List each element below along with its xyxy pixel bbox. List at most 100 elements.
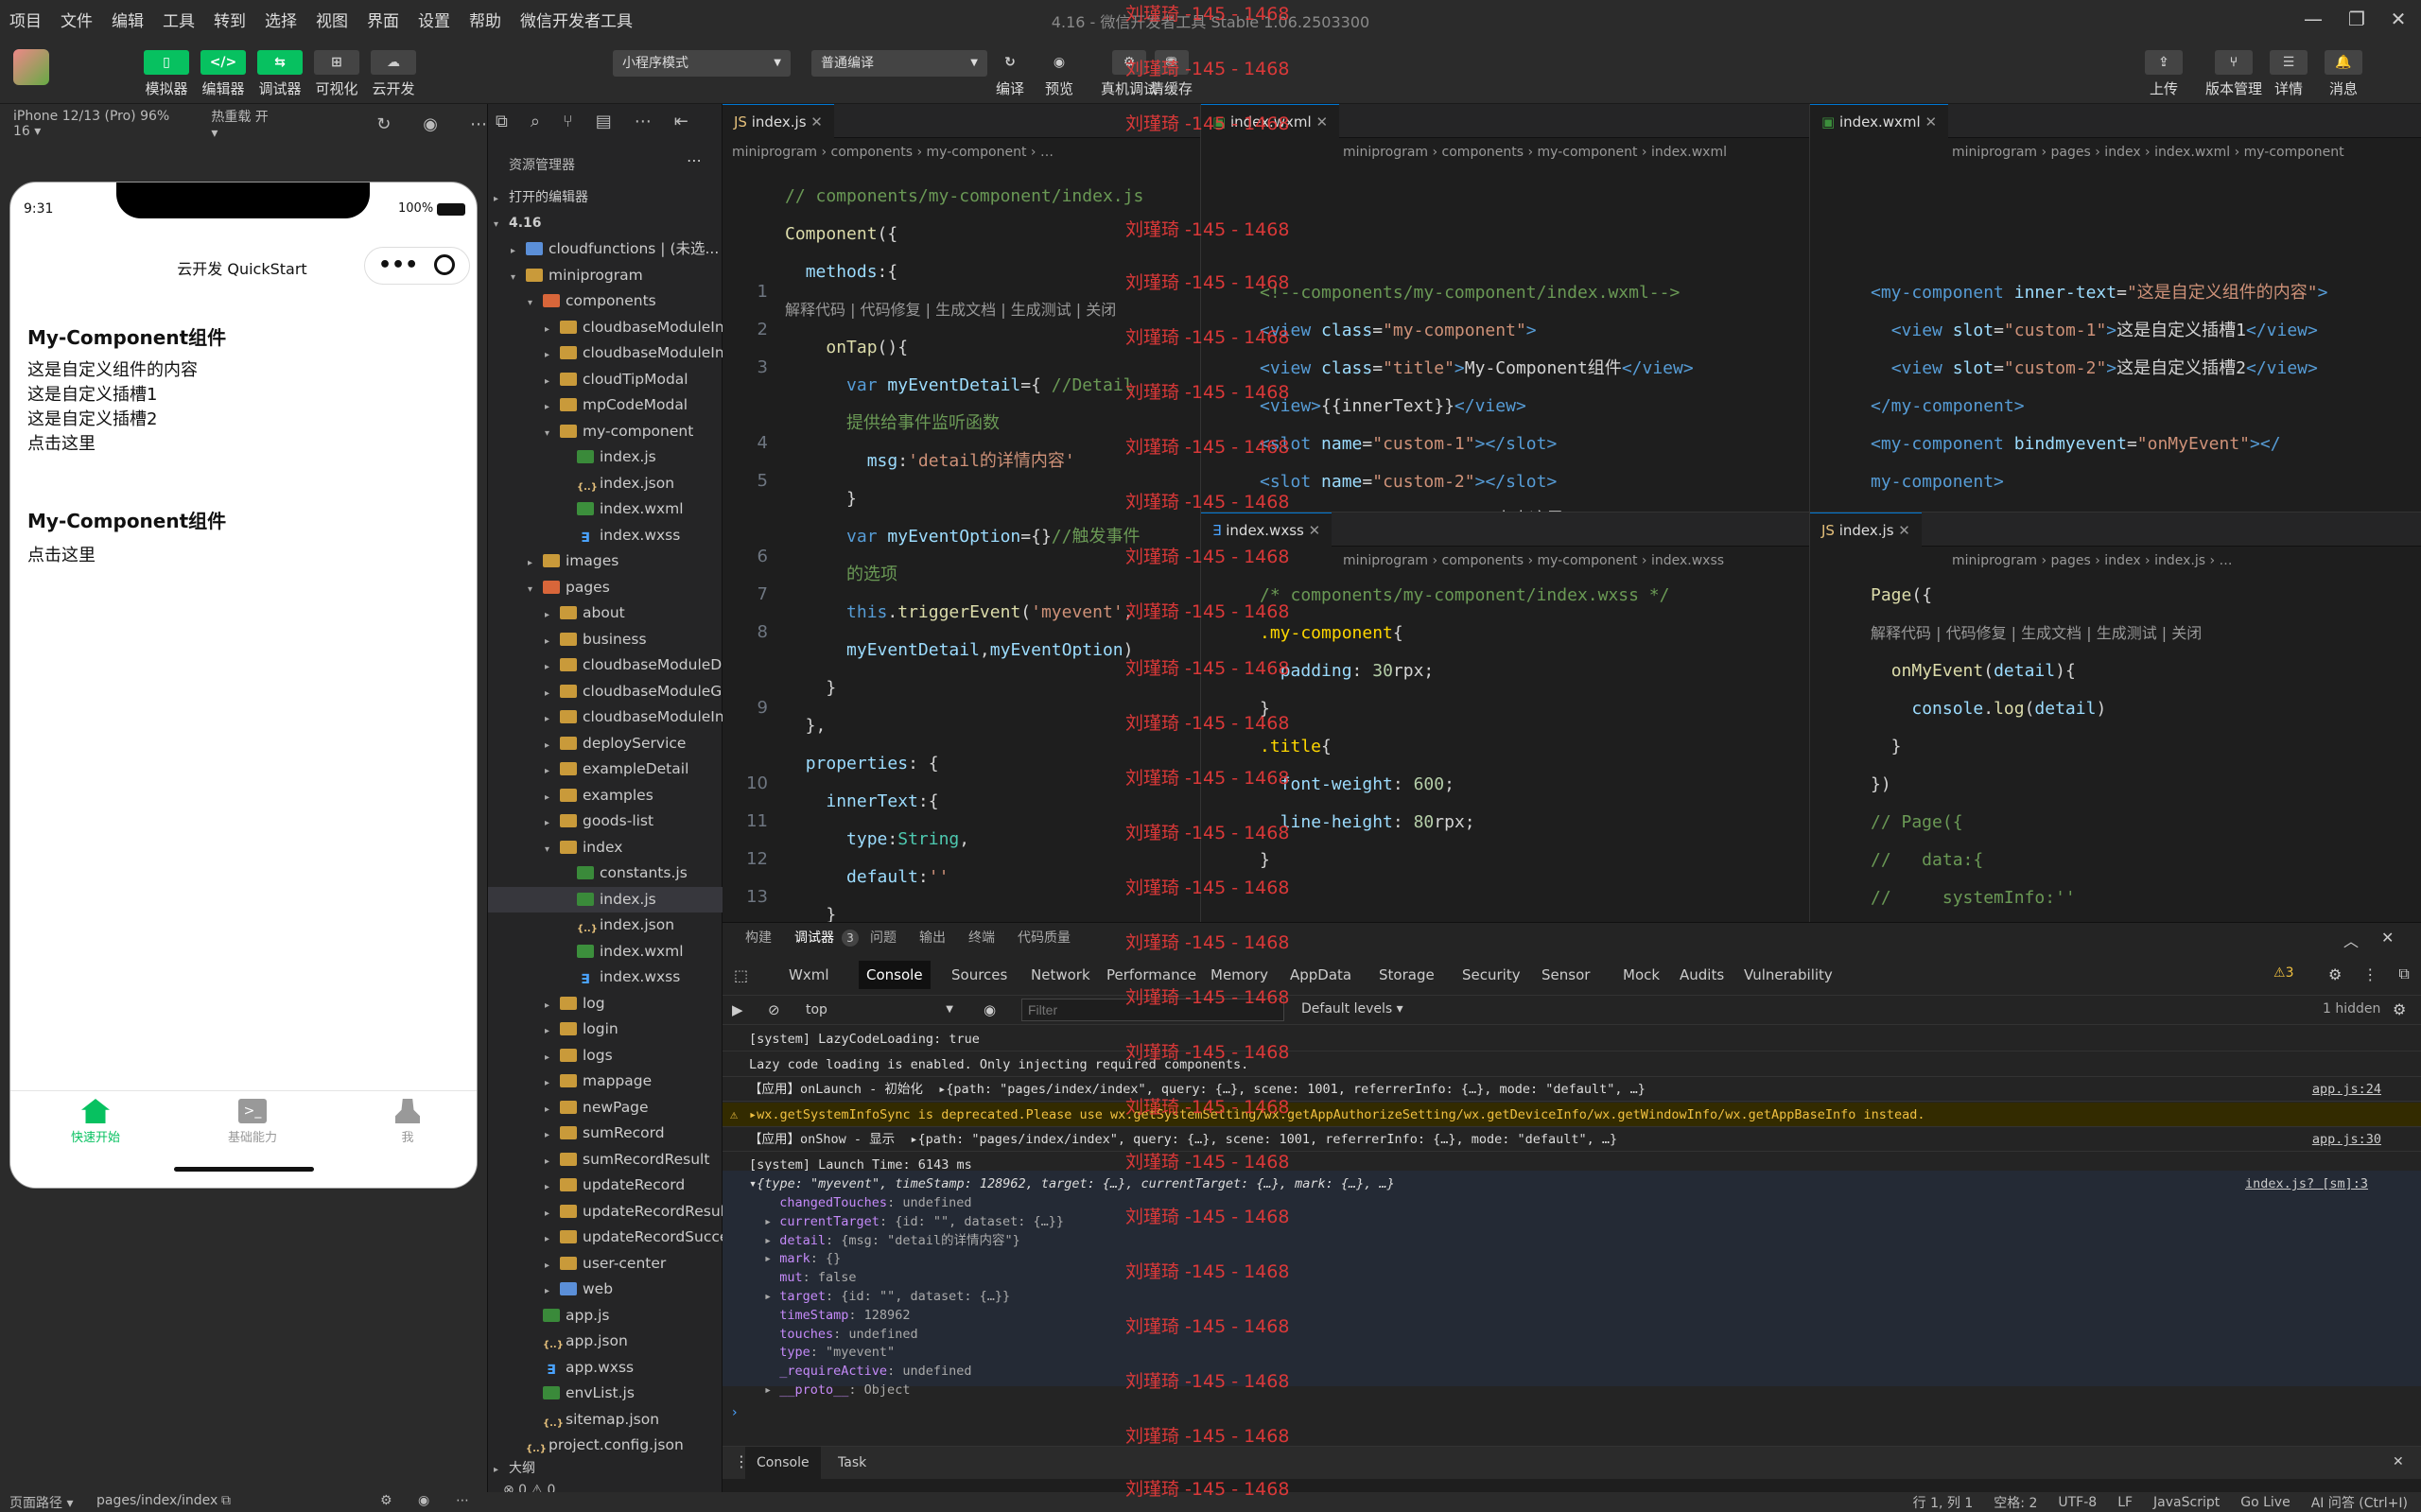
tree-item[interactable]: ▸ cloudfunctions | (未选... [488, 236, 723, 262]
hot-reload-toggle[interactable]: 热重载 开 ▾ [211, 107, 272, 141]
tree-item[interactable]: ▸ examples [488, 783, 723, 808]
tab-me[interactable]: 我 [360, 1099, 455, 1145]
status-item[interactable]: 行 1, 列 1 [1913, 1493, 1974, 1512]
tree-twisty-icon[interactable]: ▸ [545, 1174, 560, 1198]
click-here-2[interactable]: 点击这里 [27, 542, 96, 566]
tree-twisty-icon[interactable]: ▸ [545, 706, 560, 730]
code-lens[interactable]: 解释代码 | 代码修复 | 生成文档 | 生成测试 | 关闭 [1871, 615, 2202, 652]
devtools-tab[interactable]: Network [1023, 961, 1098, 989]
upload-button[interactable]: ⇪ 上传 [2145, 50, 2183, 98]
avatar[interactable] [13, 49, 49, 85]
settings-icon[interactable]: ⚙ [2328, 965, 2342, 983]
tree-item[interactable]: ▸ sumRecord [488, 1121, 723, 1146]
more-icon[interactable]: ⋮ [2362, 965, 2377, 983]
devtools-tab[interactable]: Memory [1203, 961, 1276, 989]
toolbar-phone-button[interactable]: ▯ 模拟器 [144, 50, 189, 98]
preview-button[interactable]: ◉ 预览 [1042, 50, 1076, 98]
page-path-label[interactable]: 页面路径 ▾ [9, 1493, 73, 1512]
tab-page-wxml[interactable]: ▣ index.wxml ✕ [1810, 104, 1949, 138]
toolbar-code-button[interactable]: </> 编辑器 [200, 50, 246, 98]
search-icon[interactable]: ⌕ [531, 112, 540, 131]
devtools-top-tab[interactable]: 代码质量 [1018, 923, 1071, 953]
minimize-button[interactable]: — [2293, 4, 2333, 34]
console-source-link[interactable]: app.js:24 [2312, 1077, 2381, 1102]
event-property[interactable]: ▸ target: {id: "", dataset: {…}} [764, 1287, 1010, 1306]
tree-item[interactable]: ▸ logs [488, 1043, 723, 1069]
code-content[interactable]: <my-component inner-text="这是自定义组件的内容"> <… [1871, 274, 2327, 512]
tree-item[interactable]: ▸ images [488, 548, 723, 574]
capsule-more-icon[interactable]: ••• [378, 253, 418, 277]
tree-item[interactable]: constants.js [488, 860, 723, 886]
menu-item[interactable]: 微信开发者工具 [511, 8, 642, 31]
expand-icon[interactable]: ▸ [764, 1233, 779, 1248]
more-icon[interactable]: ⋯ [635, 112, 652, 131]
devtools-tab[interactable]: Security [1454, 961, 1528, 989]
devtools-tab[interactable]: Storage [1371, 961, 1442, 989]
tree-twisty-icon[interactable]: ▸ [545, 1018, 560, 1042]
tree-item[interactable]: ▸ updateRecord [488, 1173, 723, 1198]
tree-item[interactable]: ∃ app.wxss [488, 1355, 723, 1381]
expand-icon[interactable]: ▸ [764, 1289, 779, 1304]
tree-item[interactable]: ▸ cloudbaseModuleG... [488, 679, 723, 704]
warning-count[interactable]: ⚠3 [2273, 965, 2293, 981]
tree-twisty-icon[interactable]: ▸ [545, 394, 560, 418]
debug-icon[interactable]: ⚙ [380, 1493, 392, 1508]
click-here-1[interactable]: 点击这里 [27, 432, 198, 457]
tab-index-js[interactable]: JS index.js ✕ [723, 104, 834, 138]
eye-icon[interactable]: ◉ [418, 1493, 429, 1508]
tree-item[interactable]: {..} app.json [488, 1329, 723, 1354]
devtools-top-tab[interactable]: 问题 [870, 923, 897, 953]
expand-icon[interactable] [764, 1364, 779, 1379]
tree-item[interactable]: ▸ cloudbaseModuleD... [488, 652, 723, 678]
event-object[interactable]: ▾{type: "myevent", timeStamp: 128962, ta… [723, 1171, 2421, 1398]
toolbar-cloud-button[interactable]: ☁ 云开发 [371, 50, 416, 98]
menu-item[interactable]: 界面 [357, 8, 409, 31]
event-summary[interactable]: ▾{type: "myevent", timeStamp: 128962, ta… [749, 1174, 1395, 1193]
more-icon[interactable]: ⋯ [470, 114, 487, 134]
console-line[interactable]: Lazy code loading is enabled. Only injec… [723, 1052, 2421, 1077]
event-property[interactable]: ▸ __proto__: Object [764, 1381, 910, 1399]
expand-icon[interactable] [764, 1345, 779, 1360]
toolbar-layout-button[interactable]: ⊞ 可视化 [314, 50, 359, 98]
toolbar-debug-button[interactable]: ⇆ 调试器 [257, 50, 303, 98]
tree-item[interactable]: {..} index.json [488, 471, 723, 496]
menu-item[interactable]: 编辑 [102, 8, 153, 31]
status-item[interactable]: Go Live [2240, 1495, 2290, 1510]
copy-icon[interactable]: ⧉ [221, 1493, 231, 1508]
tree-twisty-icon[interactable]: ▸ [545, 681, 560, 704]
tree-twisty-icon[interactable]: ▸ [545, 993, 560, 1017]
tree-item[interactable]: ▾ miniprogram [488, 263, 723, 288]
status-item[interactable]: 空格: 2 [1994, 1493, 2037, 1512]
event-property[interactable]: ▸ detail: {msg: "detail的详情内容"} [764, 1231, 1020, 1250]
event-property[interactable]: _requireActive: undefined [764, 1362, 971, 1381]
event-source-link[interactable]: index.js? [sm]:3 [2245, 1174, 2368, 1193]
menu-item[interactable]: 视图 [306, 8, 357, 31]
log-levels-select[interactable]: Default levels ▾ [1301, 1001, 1403, 1017]
tree-item[interactable]: ▸ mappage [488, 1069, 723, 1094]
tree-item[interactable]: ▸ cloudTipModal [488, 367, 723, 392]
tree-item[interactable]: ▸ updateRecordResult [488, 1199, 723, 1225]
tree-item[interactable]: ▸ sumRecordResult [488, 1147, 723, 1173]
expand-icon[interactable]: ▸ [764, 1382, 779, 1398]
code-content[interactable]: /* components/my-component/index.wxss */… [1260, 577, 1669, 879]
expand-icon[interactable] [764, 1308, 779, 1323]
more-icon[interactable]: ⋯ [456, 1493, 469, 1508]
tree-item[interactable]: ▸ cloudbaseModuleIn... [488, 340, 723, 366]
tree-twisty-icon[interactable]: ▸ [545, 1253, 560, 1277]
tree-twisty-icon[interactable]: ▸ [545, 810, 560, 834]
code-content[interactable]: // components/my-component/index.js Comp… [785, 178, 1143, 922]
device-select[interactable]: iPhone 12/13 (Pro) 96% 16 ▾ [13, 109, 183, 139]
tree-item[interactable]: ▾ index [488, 835, 723, 860]
status-item[interactable]: JavaScript [2153, 1495, 2220, 1510]
code-lens[interactable]: 解释代码 | 代码修复 | 生成文档 | 生成测试 | 关闭 [785, 291, 1116, 329]
tree-item[interactable]: envList.js [488, 1381, 723, 1406]
tree-item[interactable]: ▾ pages [488, 575, 723, 600]
outline-section[interactable]: ▸ 大纲 [494, 1456, 713, 1482]
expand-icon[interactable] [764, 1195, 779, 1210]
tree-twisty-icon[interactable]: ▸ [545, 1097, 560, 1121]
capsule-close-icon[interactable] [434, 254, 455, 275]
tab-quickstart[interactable]: 快速开始 [48, 1099, 143, 1145]
console-line[interactable]: 【应用】onShow - 显示 ▸{path: "pages/index/ind… [723, 1127, 2421, 1153]
tree-item[interactable]: {..} index.json [488, 912, 723, 938]
capsule-button[interactable]: ••• [364, 247, 470, 285]
